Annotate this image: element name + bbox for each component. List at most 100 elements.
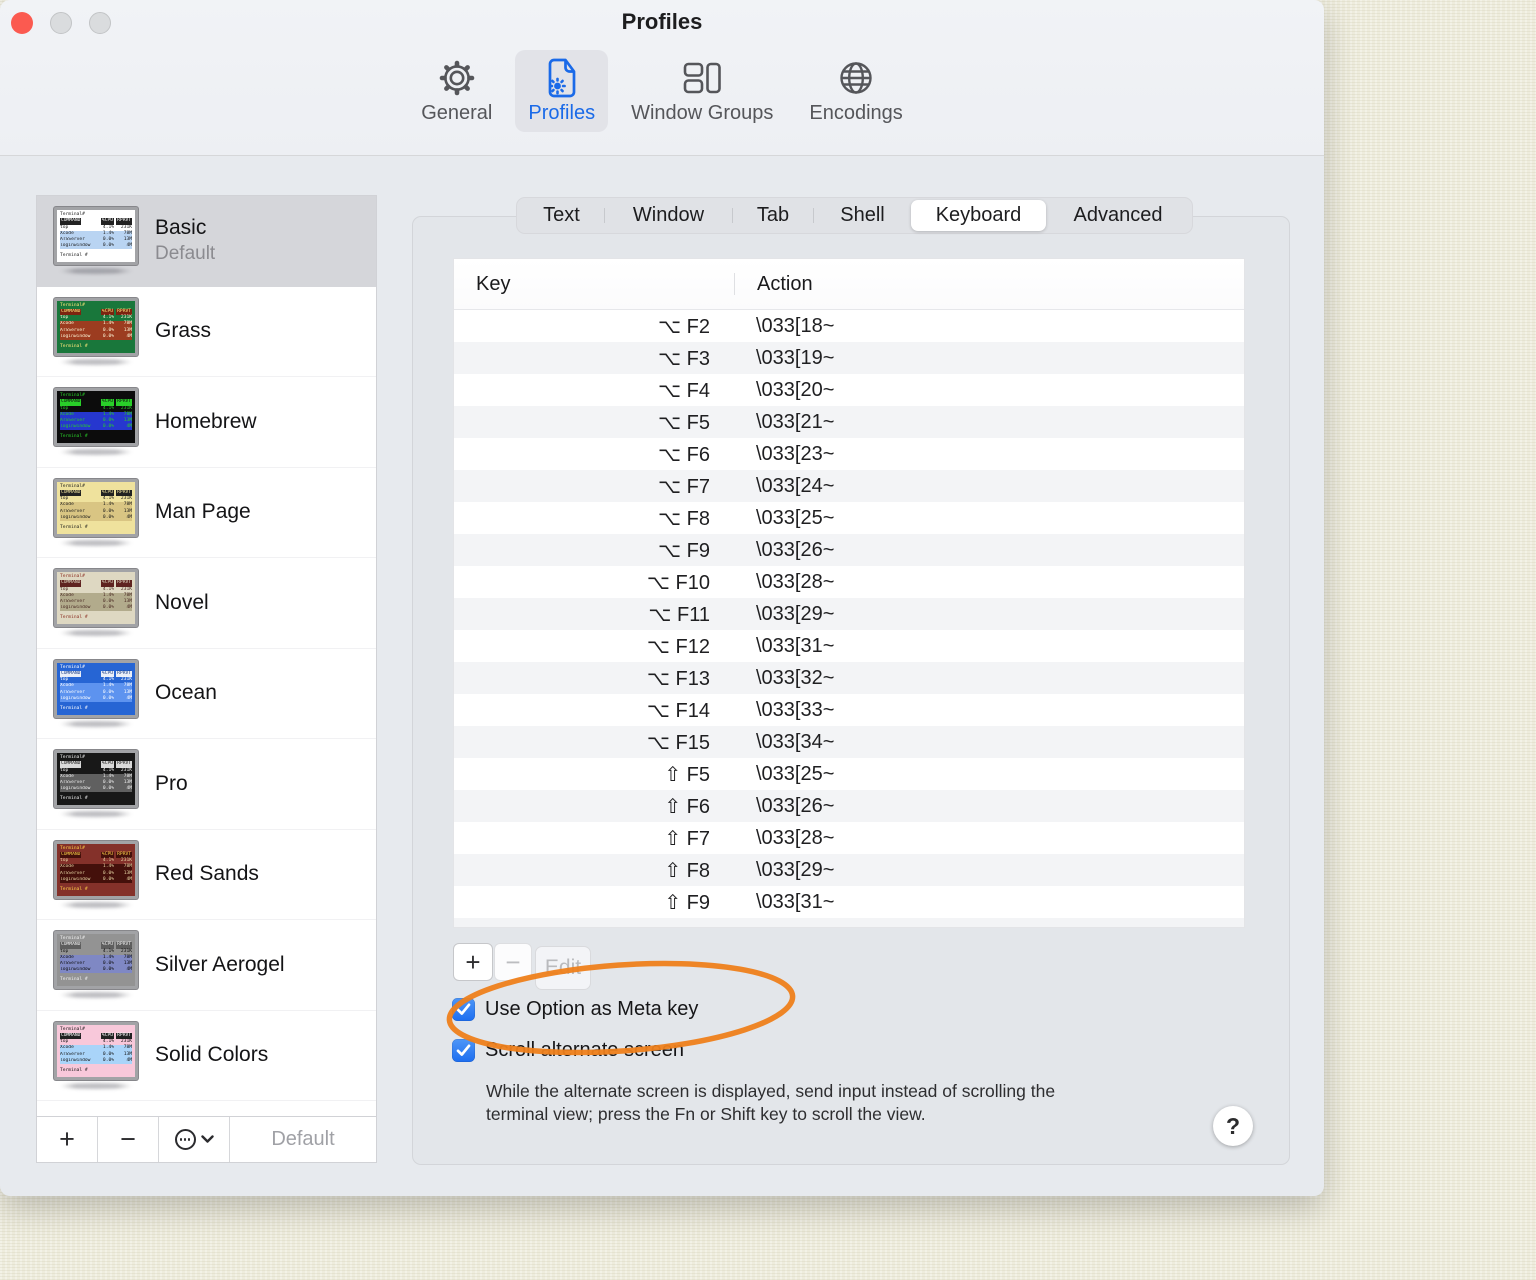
profile-row-man-page[interactable]: Terminal# COMMAND %CPU RPRVT top 4.1% 231K Xcod…: [37, 468, 376, 558]
key-row[interactable]: ⌥ F5 \033[21~: [454, 406, 1244, 438]
toolbar-item-general[interactable]: General: [408, 50, 505, 132]
profile-thumbnail: Terminal# COMMAND %CPU RPRVT top 4.1% 231K Xcod…: [51, 569, 141, 637]
tab-keyboard[interactable]: Keyboard: [911, 200, 1046, 231]
key-row[interactable]: ⌥ F10 \033[28~: [454, 566, 1244, 598]
mini-terminal-preview: Terminal# COMMAND %CPU RPRVT top 4.1% 231K Xcod…: [54, 297, 138, 356]
action-cell: \033[25~: [756, 762, 835, 785]
key-row[interactable]: ⌥ F4 \033[20~: [454, 374, 1244, 406]
key-cell: ⌥ F11: [648, 603, 710, 626]
profile-text: Solid Colors: [155, 1043, 268, 1067]
key-row[interactable]: ⇧ F7 \033[28~: [454, 822, 1244, 854]
key-cell: ⌥ F2: [658, 315, 710, 338]
key-row[interactable]: ⇧ F9 \033[31~: [454, 886, 1244, 918]
key-row[interactable]: ⌥ F3 \033[19~: [454, 342, 1244, 374]
thumb-prompt-line: Terminal #: [60, 524, 88, 530]
toolbar-item-profiles[interactable]: Profiles: [515, 50, 609, 132]
tab-text[interactable]: Text: [519, 200, 604, 231]
key-row[interactable]: ⌥ F12 \033[31~: [454, 630, 1244, 662]
key-row[interactable]: ⌥ F13 \033[32~: [454, 662, 1244, 694]
add-key-button[interactable]: +: [453, 943, 493, 981]
key-cell: ⌥ F10: [646, 571, 710, 594]
toolbar-item-window-groups[interactable]: Window Groups: [618, 50, 786, 132]
profile-text: Pro: [155, 772, 188, 796]
key-row[interactable]: ⌥ F14 \033[33~: [454, 694, 1244, 726]
thumbnail-reflection: [59, 720, 133, 727]
profile-name: Solid Colors: [155, 1043, 269, 1067]
profile-row-basic[interactable]: Terminal# COMMAND %CPU RPRVT top 4.1% 231K Xcod…: [37, 196, 376, 287]
profile-actions-menu-button[interactable]: [159, 1117, 230, 1162]
key-row[interactable]: ⌥ F2 \033[18~: [454, 310, 1244, 342]
help-button[interactable]: ?: [1213, 1106, 1253, 1146]
profile-text: Novel: [155, 591, 209, 615]
action-cell: \033[24~: [756, 474, 835, 497]
profile-subtitle: Default: [155, 243, 216, 265]
mini-terminal-screen: Terminal# COMMAND %CPU RPRVT top 4.1% 231K Xcod…: [57, 662, 135, 715]
thumb-process-line: loginwindow 0.0% 4M: [60, 1057, 132, 1064]
key-row[interactable]: ⌥ F8 \033[25~: [454, 502, 1244, 534]
profile-text: Basic Default: [155, 216, 215, 265]
action-cell: \033[26~: [756, 538, 835, 561]
thumb-process-line: loginwindow 0.0% 4M: [60, 786, 132, 793]
tab-shell[interactable]: Shell: [814, 200, 911, 231]
table-partial-row: [454, 918, 1244, 927]
profile-row-novel[interactable]: Terminal# COMMAND %CPU RPRVT top 4.1% 231K Xcod…: [37, 558, 376, 649]
checkbox-checked-box[interactable]: [452, 1039, 475, 1062]
toolbar-item-encodings[interactable]: Encodings: [796, 50, 915, 132]
add-profile-button[interactable]: +: [37, 1117, 98, 1162]
edit-key-button[interactable]: Edit: [535, 946, 591, 990]
key-row[interactable]: ⇧ F5 \033[25~: [454, 758, 1244, 790]
action-cell: \033[21~: [756, 410, 835, 433]
key-row[interactable]: ⌥ F9 \033[26~: [454, 534, 1244, 566]
profile-row-grass[interactable]: Terminal# COMMAND %CPU RPRVT top 4.1% 231K Xcod…: [37, 287, 376, 377]
column-separator[interactable]: [734, 273, 735, 295]
tab-window[interactable]: Window: [605, 200, 732, 231]
profile-row-solid-colors[interactable]: Terminal# COMMAND %CPU RPRVT top 4.1% 231K Xcod…: [37, 1011, 376, 1101]
profile-row-pro[interactable]: Terminal# COMMAND %CPU RPRVT top 4.1% 231K Xcod…: [37, 739, 376, 830]
action-cell: \033[28~: [756, 826, 835, 849]
profile-name: Man Page: [155, 500, 251, 524]
key-cell: ⌥ F12: [646, 635, 710, 658]
remove-key-button[interactable]: −: [494, 943, 532, 981]
checkbox-use-option-as-meta-key[interactable]: Use Option as Meta key: [452, 998, 698, 1021]
key-cell: ⇧ F6: [664, 795, 710, 818]
key-row[interactable]: ⌥ F15 \033[34~: [454, 726, 1244, 758]
mini-terminal-screen: Terminal# COMMAND %CPU RPRVT top 4.1% 231K Xcod…: [57, 753, 135, 806]
profile-row-silver-aerogel[interactable]: Terminal# COMMAND %CPU RPRVT top 4.1% 231K Xcod…: [37, 920, 376, 1011]
ellipsis-circle-icon: [174, 1129, 196, 1150]
action-cell: \033[19~: [756, 346, 835, 369]
thumb-process-line: loginwindow 0.0% 4M: [60, 424, 132, 431]
remove-profile-button[interactable]: −: [98, 1117, 159, 1162]
profile-row-homebrew[interactable]: Terminal# COMMAND %CPU RPRVT top 4.1% 231K Xcod…: [37, 377, 376, 468]
key-cell: ⇧ F7: [664, 827, 710, 850]
checkmark-icon: [456, 1003, 471, 1015]
thumbnail-reflection: [59, 539, 133, 546]
key-row[interactable]: ⇧ F6 \033[26~: [454, 790, 1244, 822]
default-button[interactable]: Default: [230, 1117, 376, 1162]
profile-row-red-sands[interactable]: Terminal# COMMAND %CPU RPRVT top 4.1% 231K Xcod…: [37, 830, 376, 920]
key-row[interactable]: ⇧ F8 \033[29~: [454, 854, 1244, 886]
checkbox-scroll-alternate-screen[interactable]: Scroll alternate screen: [452, 1039, 684, 1062]
thumb-prompt-line: Terminal #: [60, 343, 88, 349]
profile-row-ocean[interactable]: Terminal# COMMAND %CPU RPRVT top 4.1% 231K Xcod…: [37, 649, 376, 739]
profile-thumbnail: Terminal# COMMAND %CPU RPRVT top 4.1% 231K Xcod…: [51, 478, 141, 546]
action-cell: \033[26~: [756, 794, 835, 817]
thumb-process-line: loginwindow 0.0% 4M: [60, 333, 132, 340]
column-header-action[interactable]: Action: [734, 273, 813, 296]
key-row[interactable]: ⌥ F6 \033[23~: [454, 438, 1244, 470]
mini-terminal-preview: Terminal# COMMAND %CPU RPRVT top 4.1% 231K Xcod…: [54, 478, 138, 537]
profile-name: Grass: [155, 319, 212, 343]
profile-text: Ocean: [155, 681, 217, 705]
profile-name: Novel: [155, 590, 209, 614]
action-cell: \033[25~: [756, 506, 835, 529]
mini-terminal-preview: Terminal# COMMAND %CPU RPRVT top 4.1% 231K Xcod…: [54, 840, 138, 899]
tab-advanced[interactable]: Advanced: [1046, 200, 1190, 231]
checkbox-checked-box[interactable]: [452, 998, 475, 1021]
toolbar-item-label: Profiles: [528, 102, 596, 124]
key-row[interactable]: ⌥ F11 \033[29~: [454, 598, 1244, 630]
column-header-key[interactable]: Key: [454, 273, 734, 296]
action-cell: \033[31~: [756, 634, 835, 657]
window-groups-icon: [681, 57, 723, 99]
tab-tab[interactable]: Tab: [733, 200, 813, 231]
thumbnail-reflection: [59, 1082, 133, 1089]
key-row[interactable]: ⌥ F7 \033[24~: [454, 470, 1244, 502]
